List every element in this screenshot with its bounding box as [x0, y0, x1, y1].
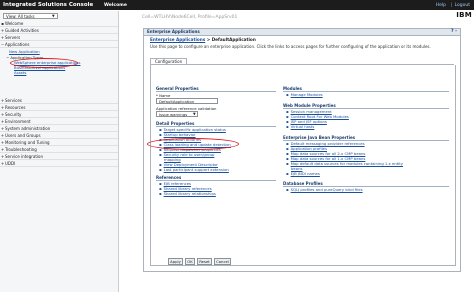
nav-item-services[interactable]: +Services	[0, 97, 118, 104]
nav-item-system-administration[interactable]: +System administration	[0, 125, 118, 132]
link-last-participant-support[interactable]: ▪ Last participant support extension	[159, 167, 229, 172]
breadcrumb-current: DefaultApplication	[211, 37, 256, 42]
breadcrumb-separator: >	[206, 37, 211, 42]
cell-path: Cell=WTLHV\Node6Cell, Profile=AppSrv01	[142, 15, 238, 20]
nav-item-resources[interactable]: +Resources	[0, 104, 118, 111]
apply-button[interactable]: Apply	[168, 258, 183, 265]
nav-item-welcome[interactable]: ▪Welcome	[0, 20, 118, 27]
configuration-content: General Properties * Name DefaultApplica…	[147, 65, 456, 266]
nav-item-users-and-groups[interactable]: +Users and Groups	[0, 132, 118, 139]
cell-info: Cell=WTLHV\Node6Cell, Profile=AppSrv01	[120, 11, 474, 29]
breadcrumb: Enterprise Applications > DefaultApplica…	[150, 37, 256, 42]
enterprise-applications-panel: Enterprise Applications ? - Enterprise A…	[143, 28, 461, 272]
link-ejb-jndi-names[interactable]: ▪ EJB JNDI names	[286, 171, 320, 176]
nav-assets[interactable]: Assets	[14, 70, 26, 75]
breadcrumb-enterprise-applications[interactable]: Enterprise Applications	[150, 37, 205, 42]
help-link[interactable]: Help	[436, 3, 446, 8]
reset-button[interactable]: Reset	[197, 258, 212, 265]
ok-button[interactable]: OK	[185, 258, 195, 265]
panel-header: Enterprise Applications ? -	[144, 29, 460, 36]
chevron-down-icon[interactable]: ▼	[52, 14, 55, 18]
link-shared-library-relationships[interactable]: ▪ Shared library relationships	[159, 191, 216, 196]
nav-item-environment[interactable]: +Environment	[0, 118, 118, 125]
welcome-text: Welcome	[104, 2, 127, 8]
link-map-default-data-sources[interactable]: ▪ Map default data sources for modules co…	[286, 161, 403, 166]
nav-item-monitoring-and-tuning[interactable]: +Monitoring and Tuning	[0, 139, 118, 146]
nav-item-servers[interactable]: +Servers	[0, 34, 118, 41]
navigation-tree: View: All tasks ▼ ▪Welcome +Guided Activ…	[0, 11, 119, 292]
nav-item-uddi[interactable]: +UDDI	[0, 160, 118, 167]
link-sqlj-profiles[interactable]: ▪ SQLJ profiles and pureQuery bind files	[286, 187, 363, 192]
nav-item-security[interactable]: +Security	[0, 111, 118, 118]
nav-item-service-integration[interactable]: +Service integration	[0, 153, 118, 160]
validation-select[interactable]: Issue warnings	[156, 111, 198, 117]
view-select[interactable]: View: All tasks	[3, 13, 58, 19]
link-virtual-hosts[interactable]: ▪ Virtual hosts	[286, 124, 314, 129]
logout-link[interactable]: Logout	[455, 3, 470, 8]
nav-item-applications[interactable]: −Applications	[0, 41, 118, 48]
nav-item-troubleshooting[interactable]: +Troubleshooting	[0, 146, 118, 153]
console-title: Integrated Solutions Console	[3, 2, 94, 8]
top-banner: Integrated Solutions Console Welcome Hel…	[0, 0, 474, 10]
separator: |	[450, 2, 452, 8]
nav-new-application[interactable]: New Application	[9, 49, 40, 54]
name-field[interactable]: DefaultApplication	[156, 98, 218, 104]
nav-item-guided-activities[interactable]: +Guided Activities	[0, 27, 118, 34]
chevron-down-icon[interactable]: ▼	[193, 112, 196, 116]
link-manage-modules[interactable]: ▪ Manage Modules	[286, 92, 323, 97]
section-rule	[156, 91, 276, 92]
panel-controls[interactable]: ? -	[451, 29, 457, 35]
cancel-button[interactable]: Cancel	[214, 258, 231, 265]
page-description: Use this page to configure an enterprise…	[150, 44, 431, 49]
